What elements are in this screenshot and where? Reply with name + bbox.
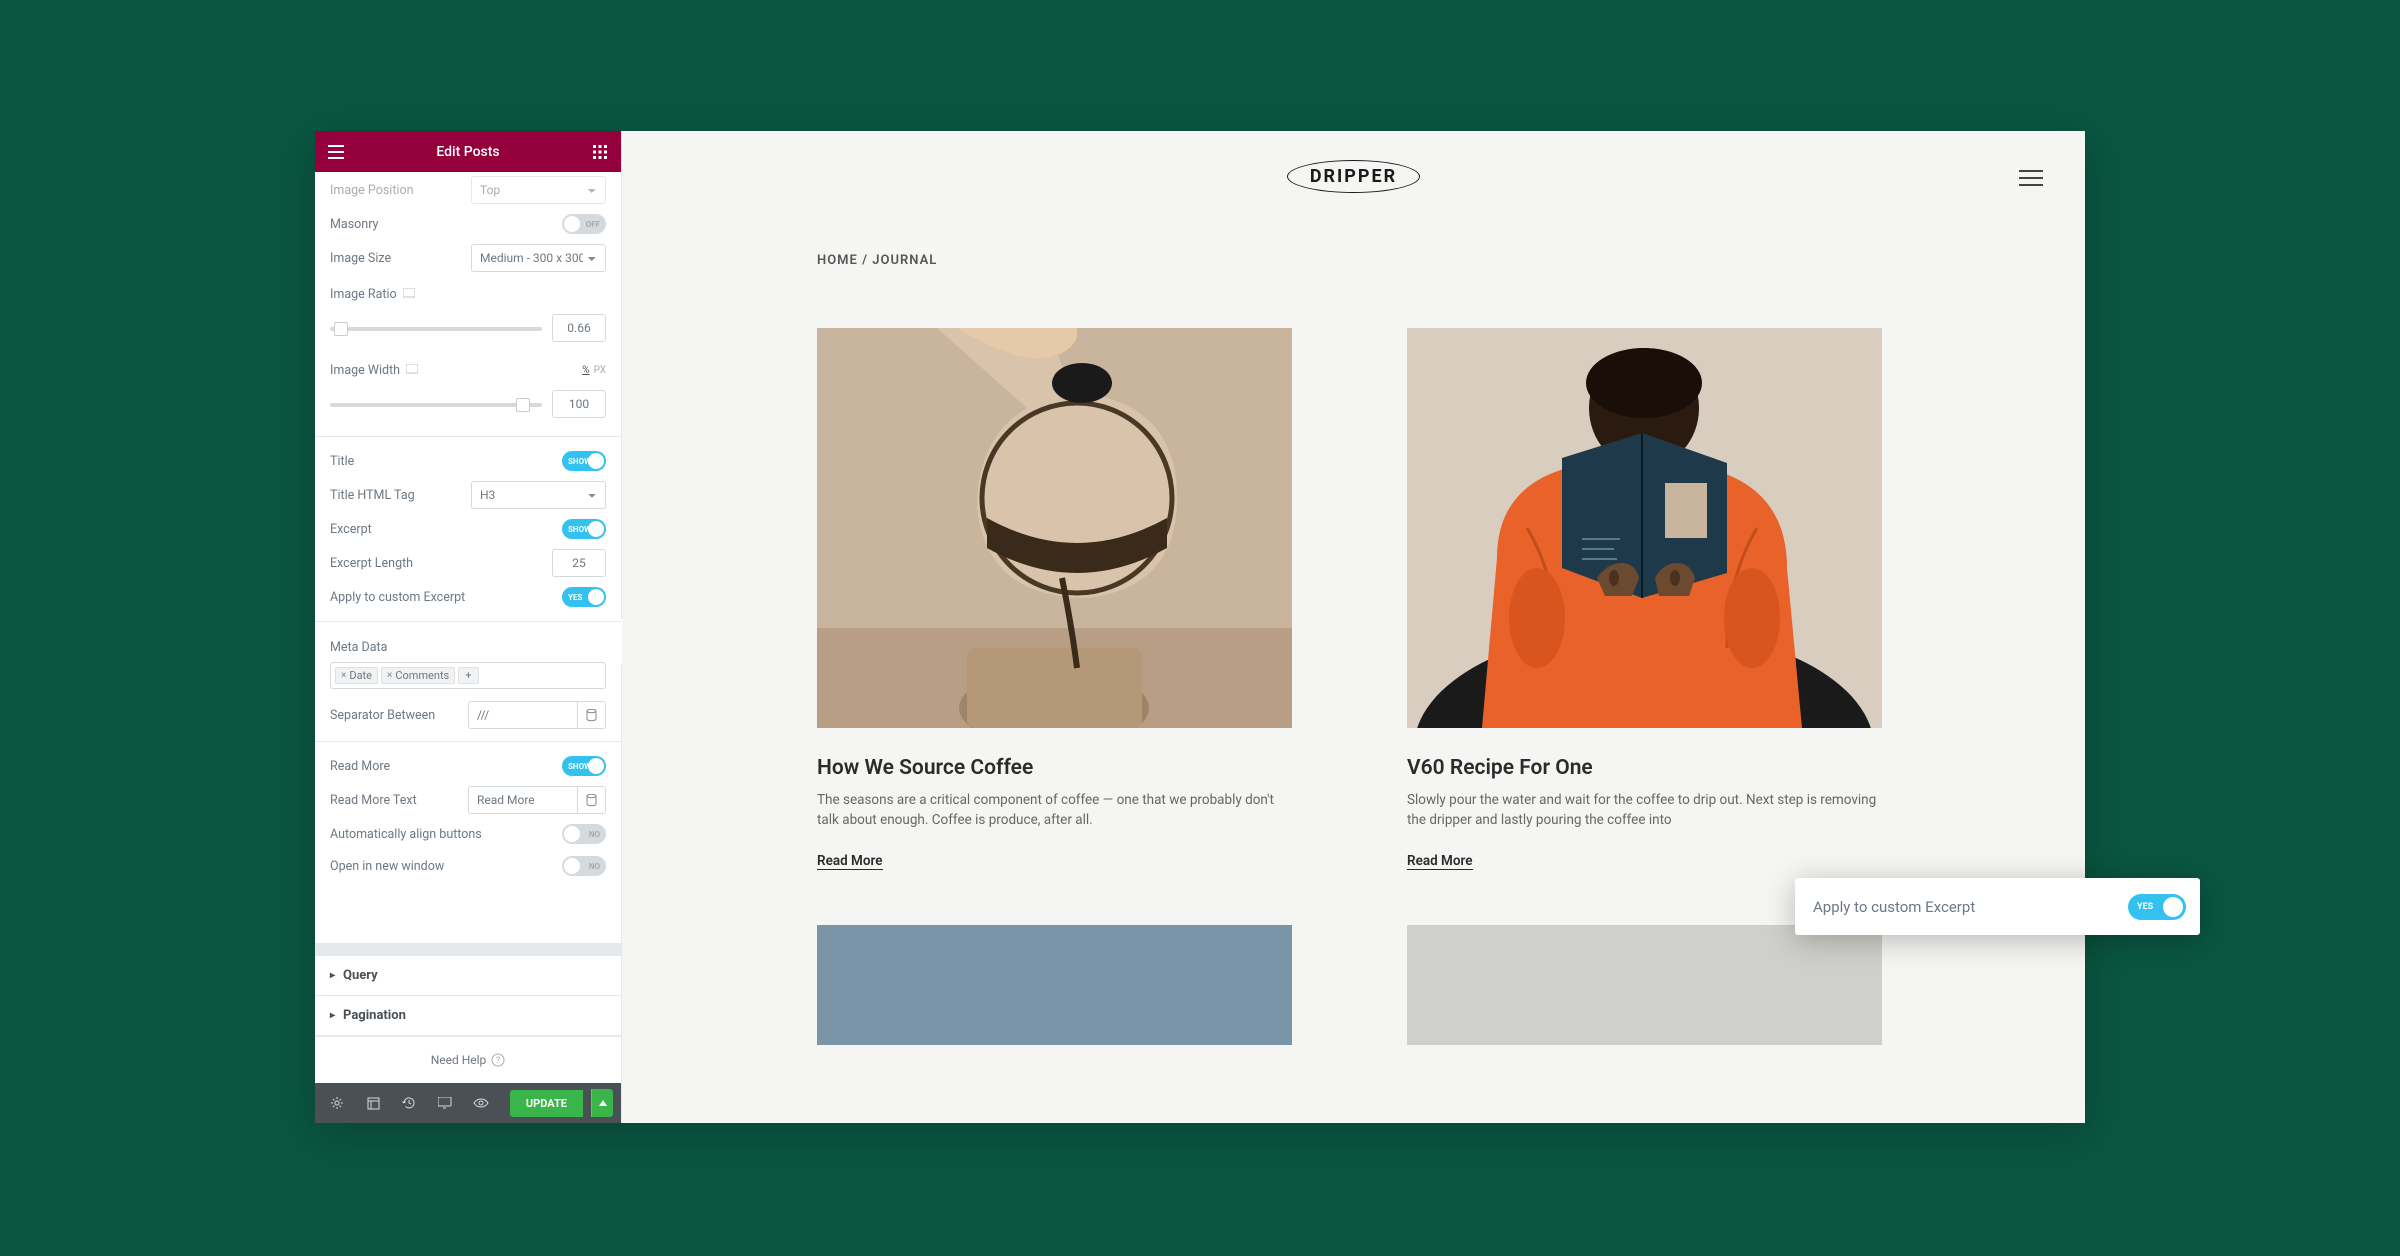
auto-align-toggle[interactable]: NO [562,824,606,844]
meta-label: Meta Data [330,640,387,655]
remove-icon[interactable]: × [387,670,392,681]
excerpt-label: Excerpt [330,522,372,537]
image-ratio-input[interactable] [552,314,606,342]
title-label: Title [330,454,354,469]
image-position-select[interactable]: Top [471,176,606,204]
separator-input[interactable] [468,701,578,729]
image-ratio-label: Image Ratio [330,287,415,302]
post-card: How We Source Coffee The seasons are a c… [817,328,1292,870]
preview-area: DRIPPER HOME / JOURNAL [622,131,2085,1123]
post-title: How We Source Coffee [817,756,1292,780]
responsive-icon[interactable] [403,288,415,298]
post-excerpt: Slowly pour the water and wait for the c… [1407,790,1882,831]
post-thumbnail [1407,925,1882,1045]
meta-tags[interactable]: ×Date ×Comments + [330,662,606,689]
callout-label: Apply to custom Excerpt [1813,898,1975,916]
image-size-select[interactable]: Medium - 300 x 300 [471,244,606,272]
section-query[interactable]: Query [315,955,621,996]
need-help[interactable]: Need Help? [315,1036,621,1083]
open-new-toggle[interactable]: NO [562,856,606,876]
post-excerpt: The seasons are a critical component of … [817,790,1292,831]
app-window: Edit Posts Image Position Top Masonry OF… [315,131,2085,1123]
svg-text:?: ? [496,1056,500,1066]
settings-icon[interactable] [323,1089,351,1117]
breadcrumb: HOME / JOURNAL [622,221,2085,268]
post-thumbnail [817,925,1292,1045]
history-icon[interactable] [395,1089,423,1117]
brand-logo: DRIPPER [1287,160,1420,193]
update-caret[interactable] [591,1089,613,1117]
apply-custom-toggle[interactable]: YES [562,587,606,607]
post-title: V60 Recipe For One [1407,756,1882,780]
title-toggle[interactable]: SHOW [562,451,606,471]
site-menu-icon[interactable] [2019,165,2043,191]
preview-icon[interactable] [467,1089,495,1117]
grid-icon[interactable] [589,141,611,163]
sidebar-header: Edit Posts [315,131,621,172]
callout-apply-custom: Apply to custom Excerpt YES [1795,878,2200,935]
menu-icon[interactable] [325,141,347,163]
image-size-label: Image Size [330,251,391,266]
sidebar-footer: UPDATE [315,1083,621,1123]
separator-label: Separator Between [330,708,435,723]
dynamic-icon[interactable] [578,701,606,729]
dynamic-icon[interactable] [578,786,606,814]
read-more-link[interactable]: Read More [1407,853,1473,870]
readmore-label: Read More [330,759,390,774]
apply-custom-label: Apply to custom Excerpt [330,590,465,605]
image-width-input[interactable] [552,390,606,418]
masonry-toggle[interactable]: OFF [562,214,606,234]
masonry-label: Masonry [330,217,378,232]
image-width-label: Image Width [330,363,418,378]
readmore-toggle[interactable]: SHOW [562,756,606,776]
read-more-link[interactable]: Read More [817,853,883,870]
panel-title: Edit Posts [436,144,499,160]
image-width-slider[interactable] [330,401,542,407]
title-tag-select[interactable]: H3 [471,481,606,509]
navigator-icon[interactable] [359,1089,387,1117]
callout-toggle[interactable]: YES [2128,894,2186,920]
readmore-text-input[interactable] [468,786,578,814]
unit-switch[interactable]: %PX [582,365,606,376]
sidebar: Edit Posts Image Position Top Masonry OF… [315,131,622,1123]
excerpt-len-input[interactable] [552,549,606,577]
post-thumbnail [817,328,1292,728]
meta-tag: ×Date [335,667,378,684]
section-pagination[interactable]: Pagination [315,996,621,1036]
update-button[interactable]: UPDATE [510,1090,583,1117]
sidebar-body: Image Position Top Masonry OFF Image Siz… [315,172,621,943]
add-tag[interactable]: + [458,667,478,684]
image-position-label: Image Position [330,183,414,198]
meta-tag: ×Comments [381,667,455,684]
excerpt-toggle[interactable]: SHOW [562,519,606,539]
site-header: DRIPPER [622,131,2085,221]
post-card: V60 Recipe For One Slowly pour the water… [1407,328,1882,870]
image-ratio-slider[interactable] [330,325,542,331]
excerpt-len-label: Excerpt Length [330,556,413,571]
responsive-icon[interactable] [406,364,418,374]
post-thumbnail [1407,328,1882,728]
responsive-icon[interactable] [431,1089,459,1117]
readmore-text-label: Read More Text [330,793,417,808]
auto-align-label: Automatically align buttons [330,827,482,842]
title-tag-label: Title HTML Tag [330,488,415,503]
open-new-label: Open in new window [330,859,444,874]
remove-icon[interactable]: × [341,670,346,681]
